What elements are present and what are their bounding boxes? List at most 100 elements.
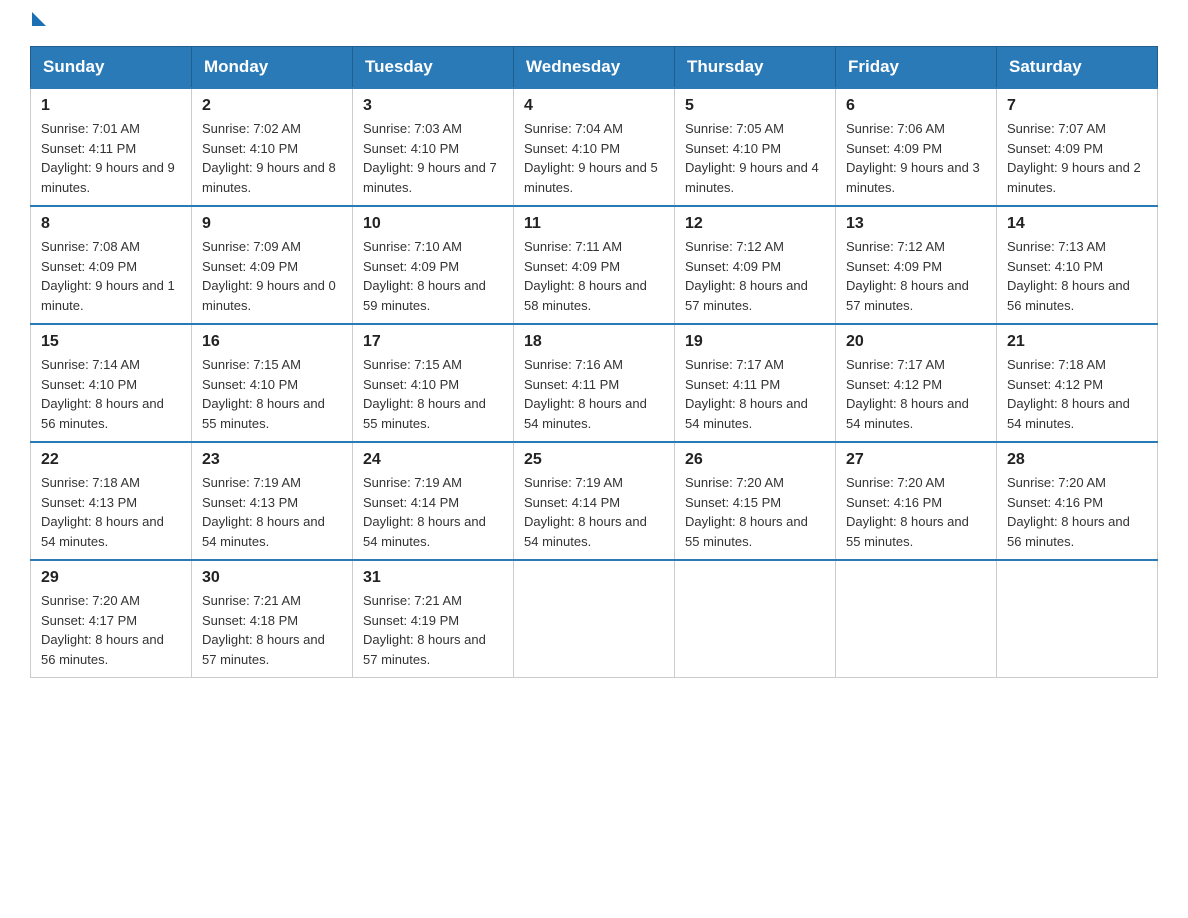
- day-info: Sunrise: 7:18 AMSunset: 4:12 PMDaylight:…: [1007, 357, 1130, 431]
- calendar-cell: 19 Sunrise: 7:17 AMSunset: 4:11 PMDaylig…: [675, 324, 836, 442]
- week-row-4: 22 Sunrise: 7:18 AMSunset: 4:13 PMDaylig…: [31, 442, 1158, 560]
- calendar-cell: 30 Sunrise: 7:21 AMSunset: 4:18 PMDaylig…: [192, 560, 353, 678]
- day-number: 14: [1007, 215, 1147, 233]
- day-number: 6: [846, 97, 986, 115]
- calendar-cell: 24 Sunrise: 7:19 AMSunset: 4:14 PMDaylig…: [353, 442, 514, 560]
- day-number: 3: [363, 97, 503, 115]
- day-info: Sunrise: 7:09 AMSunset: 4:09 PMDaylight:…: [202, 239, 336, 313]
- day-number: 23: [202, 451, 342, 469]
- day-number: 21: [1007, 333, 1147, 351]
- day-info: Sunrise: 7:06 AMSunset: 4:09 PMDaylight:…: [846, 121, 980, 195]
- column-header-wednesday: Wednesday: [514, 47, 675, 89]
- day-number: 2: [202, 97, 342, 115]
- calendar-cell: 5 Sunrise: 7:05 AMSunset: 4:10 PMDayligh…: [675, 88, 836, 206]
- calendar-cell: 17 Sunrise: 7:15 AMSunset: 4:10 PMDaylig…: [353, 324, 514, 442]
- day-info: Sunrise: 7:17 AMSunset: 4:12 PMDaylight:…: [846, 357, 969, 431]
- day-number: 4: [524, 97, 664, 115]
- day-number: 12: [685, 215, 825, 233]
- day-info: Sunrise: 7:15 AMSunset: 4:10 PMDaylight:…: [363, 357, 486, 431]
- day-number: 19: [685, 333, 825, 351]
- day-info: Sunrise: 7:01 AMSunset: 4:11 PMDaylight:…: [41, 121, 175, 195]
- day-info: Sunrise: 7:10 AMSunset: 4:09 PMDaylight:…: [363, 239, 486, 313]
- day-info: Sunrise: 7:20 AMSunset: 4:16 PMDaylight:…: [846, 475, 969, 549]
- day-number: 25: [524, 451, 664, 469]
- page-header: [30, 20, 1158, 26]
- calendar-cell: 16 Sunrise: 7:15 AMSunset: 4:10 PMDaylig…: [192, 324, 353, 442]
- day-number: 17: [363, 333, 503, 351]
- column-header-saturday: Saturday: [997, 47, 1158, 89]
- day-number: 8: [41, 215, 181, 233]
- day-info: Sunrise: 7:18 AMSunset: 4:13 PMDaylight:…: [41, 475, 164, 549]
- day-info: Sunrise: 7:04 AMSunset: 4:10 PMDaylight:…: [524, 121, 658, 195]
- day-info: Sunrise: 7:14 AMSunset: 4:10 PMDaylight:…: [41, 357, 164, 431]
- column-header-friday: Friday: [836, 47, 997, 89]
- calendar-cell: 25 Sunrise: 7:19 AMSunset: 4:14 PMDaylig…: [514, 442, 675, 560]
- day-number: 13: [846, 215, 986, 233]
- day-info: Sunrise: 7:20 AMSunset: 4:15 PMDaylight:…: [685, 475, 808, 549]
- day-info: Sunrise: 7:19 AMSunset: 4:14 PMDaylight:…: [524, 475, 647, 549]
- day-info: Sunrise: 7:16 AMSunset: 4:11 PMDaylight:…: [524, 357, 647, 431]
- day-info: Sunrise: 7:02 AMSunset: 4:10 PMDaylight:…: [202, 121, 336, 195]
- calendar-cell: 21 Sunrise: 7:18 AMSunset: 4:12 PMDaylig…: [997, 324, 1158, 442]
- calendar-cell: 12 Sunrise: 7:12 AMSunset: 4:09 PMDaylig…: [675, 206, 836, 324]
- calendar-cell: 3 Sunrise: 7:03 AMSunset: 4:10 PMDayligh…: [353, 88, 514, 206]
- day-info: Sunrise: 7:12 AMSunset: 4:09 PMDaylight:…: [846, 239, 969, 313]
- calendar-cell: 14 Sunrise: 7:13 AMSunset: 4:10 PMDaylig…: [997, 206, 1158, 324]
- day-info: Sunrise: 7:15 AMSunset: 4:10 PMDaylight:…: [202, 357, 325, 431]
- calendar-cell: 4 Sunrise: 7:04 AMSunset: 4:10 PMDayligh…: [514, 88, 675, 206]
- day-info: Sunrise: 7:19 AMSunset: 4:13 PMDaylight:…: [202, 475, 325, 549]
- calendar-table: SundayMondayTuesdayWednesdayThursdayFrid…: [30, 46, 1158, 678]
- calendar-cell: [514, 560, 675, 678]
- week-row-5: 29 Sunrise: 7:20 AMSunset: 4:17 PMDaylig…: [31, 560, 1158, 678]
- day-info: Sunrise: 7:20 AMSunset: 4:16 PMDaylight:…: [1007, 475, 1130, 549]
- column-header-tuesday: Tuesday: [353, 47, 514, 89]
- calendar-cell: 10 Sunrise: 7:10 AMSunset: 4:09 PMDaylig…: [353, 206, 514, 324]
- day-number: 7: [1007, 97, 1147, 115]
- calendar-cell: 23 Sunrise: 7:19 AMSunset: 4:13 PMDaylig…: [192, 442, 353, 560]
- day-number: 24: [363, 451, 503, 469]
- week-row-3: 15 Sunrise: 7:14 AMSunset: 4:10 PMDaylig…: [31, 324, 1158, 442]
- logo: [30, 20, 46, 26]
- calendar-cell: 20 Sunrise: 7:17 AMSunset: 4:12 PMDaylig…: [836, 324, 997, 442]
- calendar-cell: 1 Sunrise: 7:01 AMSunset: 4:11 PMDayligh…: [31, 88, 192, 206]
- day-number: 11: [524, 215, 664, 233]
- day-number: 1: [41, 97, 181, 115]
- calendar-cell: 2 Sunrise: 7:02 AMSunset: 4:10 PMDayligh…: [192, 88, 353, 206]
- week-row-2: 8 Sunrise: 7:08 AMSunset: 4:09 PMDayligh…: [31, 206, 1158, 324]
- calendar-header-row: SundayMondayTuesdayWednesdayThursdayFrid…: [31, 47, 1158, 89]
- calendar-cell: 7 Sunrise: 7:07 AMSunset: 4:09 PMDayligh…: [997, 88, 1158, 206]
- day-number: 15: [41, 333, 181, 351]
- day-info: Sunrise: 7:07 AMSunset: 4:09 PMDaylight:…: [1007, 121, 1141, 195]
- day-number: 20: [846, 333, 986, 351]
- calendar-cell: 9 Sunrise: 7:09 AMSunset: 4:09 PMDayligh…: [192, 206, 353, 324]
- day-info: Sunrise: 7:08 AMSunset: 4:09 PMDaylight:…: [41, 239, 175, 313]
- calendar-cell: 27 Sunrise: 7:20 AMSunset: 4:16 PMDaylig…: [836, 442, 997, 560]
- calendar-cell: 8 Sunrise: 7:08 AMSunset: 4:09 PMDayligh…: [31, 206, 192, 324]
- calendar-cell: 18 Sunrise: 7:16 AMSunset: 4:11 PMDaylig…: [514, 324, 675, 442]
- calendar-cell: 31 Sunrise: 7:21 AMSunset: 4:19 PMDaylig…: [353, 560, 514, 678]
- calendar-cell: 29 Sunrise: 7:20 AMSunset: 4:17 PMDaylig…: [31, 560, 192, 678]
- day-info: Sunrise: 7:03 AMSunset: 4:10 PMDaylight:…: [363, 121, 497, 195]
- calendar-cell: 28 Sunrise: 7:20 AMSunset: 4:16 PMDaylig…: [997, 442, 1158, 560]
- day-info: Sunrise: 7:20 AMSunset: 4:17 PMDaylight:…: [41, 593, 164, 667]
- day-number: 26: [685, 451, 825, 469]
- day-number: 28: [1007, 451, 1147, 469]
- calendar-cell: 22 Sunrise: 7:18 AMSunset: 4:13 PMDaylig…: [31, 442, 192, 560]
- calendar-cell: 6 Sunrise: 7:06 AMSunset: 4:09 PMDayligh…: [836, 88, 997, 206]
- day-number: 10: [363, 215, 503, 233]
- calendar-cell: [997, 560, 1158, 678]
- calendar-cell: 13 Sunrise: 7:12 AMSunset: 4:09 PMDaylig…: [836, 206, 997, 324]
- logo-triangle-icon: [32, 12, 46, 26]
- day-number: 31: [363, 569, 503, 587]
- day-number: 5: [685, 97, 825, 115]
- calendar-cell: [836, 560, 997, 678]
- day-number: 27: [846, 451, 986, 469]
- column-header-thursday: Thursday: [675, 47, 836, 89]
- day-number: 16: [202, 333, 342, 351]
- day-info: Sunrise: 7:13 AMSunset: 4:10 PMDaylight:…: [1007, 239, 1130, 313]
- day-number: 29: [41, 569, 181, 587]
- calendar-cell: 26 Sunrise: 7:20 AMSunset: 4:15 PMDaylig…: [675, 442, 836, 560]
- column-header-sunday: Sunday: [31, 47, 192, 89]
- day-info: Sunrise: 7:19 AMSunset: 4:14 PMDaylight:…: [363, 475, 486, 549]
- column-header-monday: Monday: [192, 47, 353, 89]
